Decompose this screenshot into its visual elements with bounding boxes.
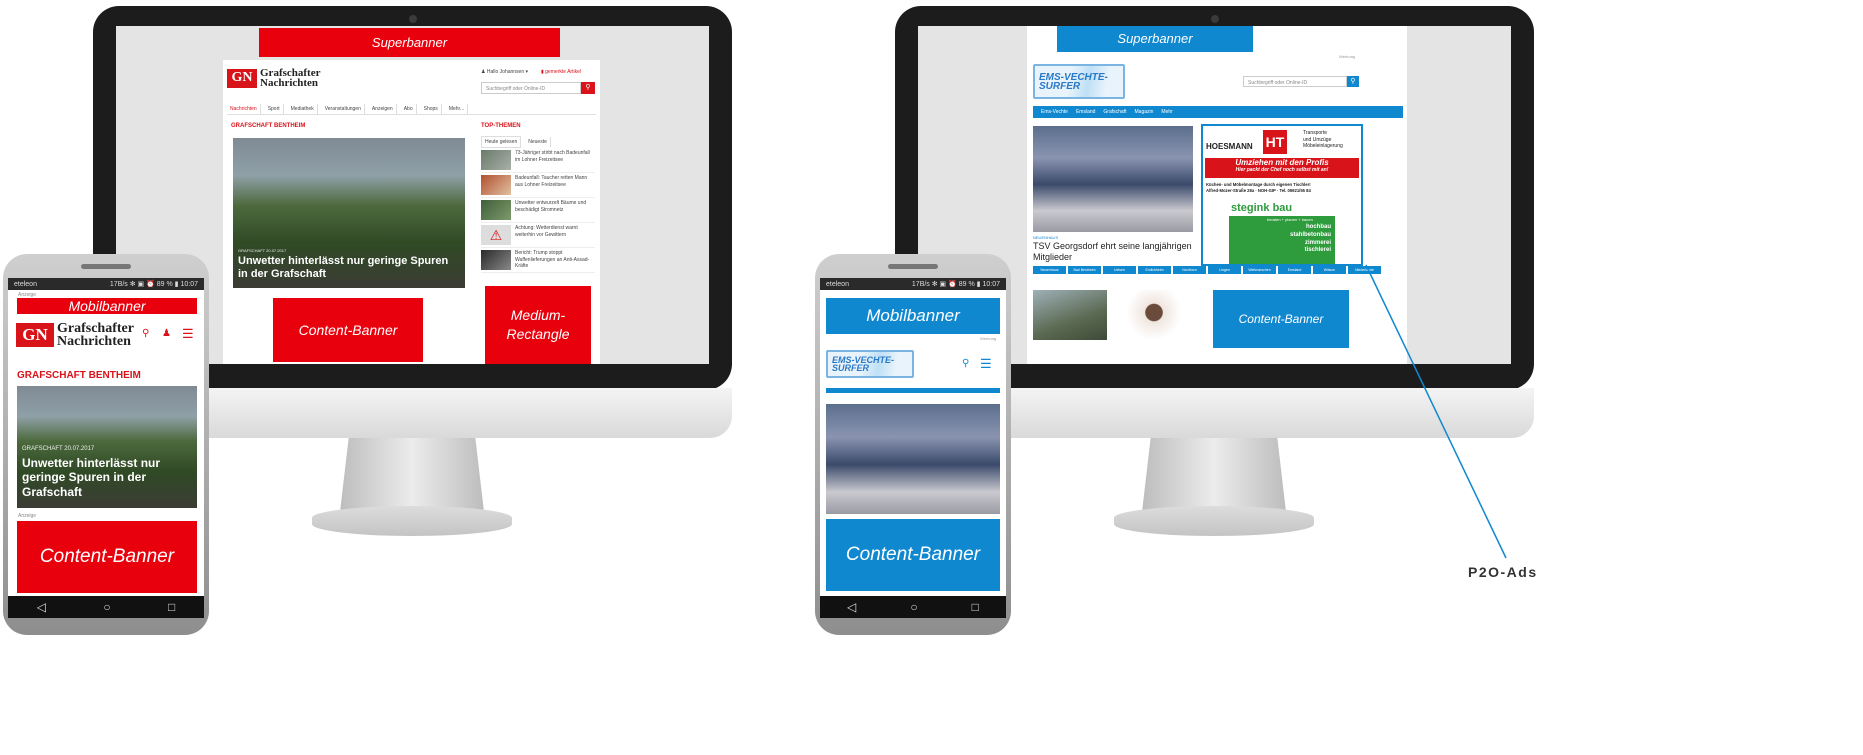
callout-line xyxy=(1365,264,1507,559)
callout-label: P2O-Ads xyxy=(1468,564,1538,580)
